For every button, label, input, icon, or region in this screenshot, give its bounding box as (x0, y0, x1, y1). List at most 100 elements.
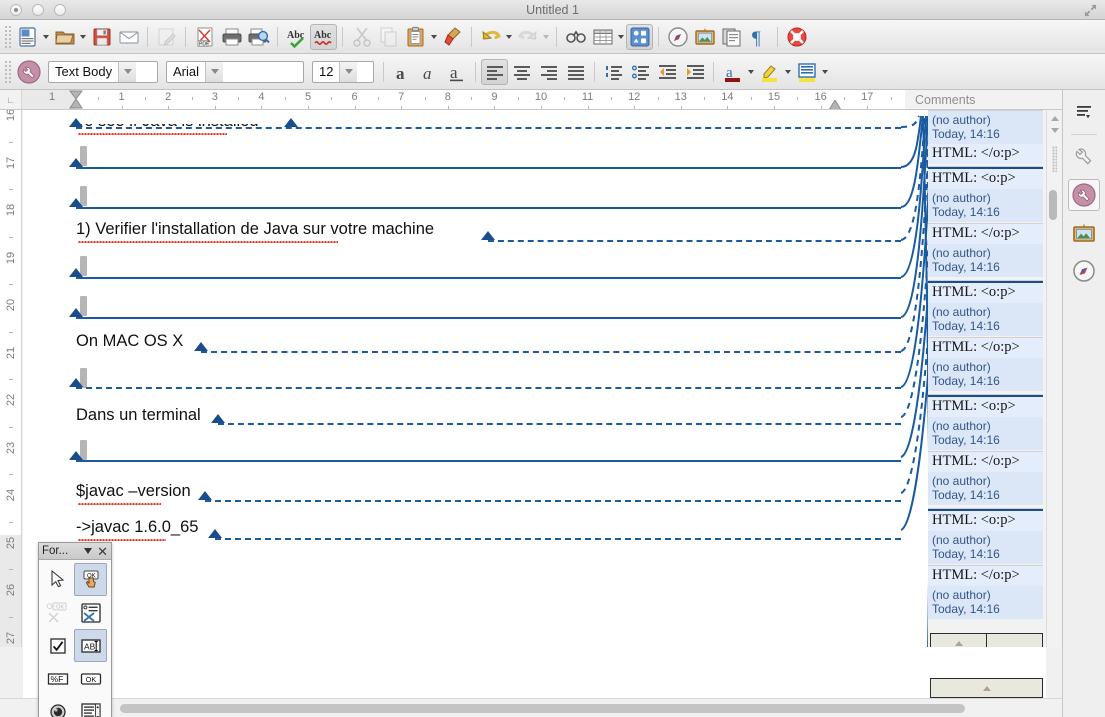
comment-nav-down-button[interactable] (986, 634, 1042, 647)
ordered-list-button[interactable] (600, 59, 627, 85)
insert-table-button[interactable] (589, 24, 616, 50)
push-button-button[interactable]: OK (74, 662, 107, 695)
paste-dropdown[interactable] (429, 24, 439, 50)
font-size-dropdown[interactable] (339, 61, 358, 82)
font-color-dropdown[interactable] (746, 59, 756, 85)
comment-anchor-marker[interactable] (69, 378, 83, 387)
insert-table-dropdown[interactable] (616, 24, 626, 50)
comments-scroll-thumb[interactable] (1049, 190, 1057, 220)
sidebar-settings-button[interactable] (14, 57, 44, 87)
italic-button[interactable]: a (416, 59, 443, 85)
document-paragraph[interactable]: Dans un terminal (76, 406, 201, 425)
paste-button[interactable] (402, 24, 429, 50)
comment-nav-buttons[interactable] (930, 633, 1043, 647)
paragraph-background-dropdown[interactable] (820, 59, 830, 85)
align-left-button[interactable] (481, 58, 508, 85)
font-color-button[interactable]: a (719, 59, 746, 85)
fullscreen-icon[interactable] (1084, 4, 1097, 17)
undo-dropdown[interactable] (504, 24, 514, 50)
copy-button[interactable] (375, 24, 402, 50)
comment-anchor-marker[interactable] (284, 118, 298, 127)
comment-item[interactable]: HTML: <o:p> (no author) Today, 14:16 (928, 280, 1043, 336)
sidebar-item-styles[interactable] (1068, 179, 1100, 211)
comment-nav-up-button[interactable] (931, 634, 986, 647)
redo-button[interactable] (514, 24, 541, 50)
print-preview-button[interactable] (245, 24, 272, 50)
right-indent-marker[interactable] (828, 100, 842, 110)
hourglass-indent-marker[interactable] (68, 90, 84, 110)
formatting-marks-button[interactable]: ¶ (745, 24, 772, 50)
comment-text[interactable]: HTML: <o:p> (928, 281, 1043, 303)
comment-nav-button-second-page[interactable] (930, 678, 1043, 698)
edit-mode-button[interactable] (153, 24, 180, 50)
comment-anchor-marker[interactable] (69, 158, 83, 167)
comment-anchor-marker[interactable] (69, 451, 83, 460)
comment-anchor-marker[interactable] (194, 342, 208, 351)
comment-anchor-marker[interactable] (481, 231, 495, 240)
open-document-dropdown[interactable] (78, 24, 88, 50)
formatted-field-button[interactable]: %F (41, 662, 74, 695)
track-changes-button[interactable] (718, 24, 745, 50)
insert-image-button[interactable] (691, 24, 718, 50)
toolbar-grip[interactable] (4, 59, 12, 84)
comment-anchor-marker[interactable] (211, 414, 225, 423)
document-paragraph[interactable]: 1) Verifier l'installation de Java sur v… (76, 220, 434, 239)
print-button[interactable] (218, 24, 245, 50)
comment-item[interactable]: (no author) Today, 14:16 HTML: </o:p> (928, 110, 1043, 164)
toggle-design-mode-button[interactable]: OK (74, 563, 107, 596)
scroll-down-arrow-icon[interactable] (1051, 128, 1059, 133)
text-box-button[interactable]: AB (74, 629, 107, 662)
document-paragraph[interactable]: ->javac 1.6.0_65 (76, 518, 198, 537)
comment-item[interactable]: HTML: </o:p> (no author) Today, 14:16 (928, 223, 1043, 277)
comment-item[interactable]: HTML: <o:p> (no author) Today, 14:16 (928, 394, 1043, 450)
help-button[interactable] (783, 24, 810, 50)
form-properties-button[interactable] (74, 596, 107, 629)
comment-anchor-marker[interactable] (69, 118, 83, 127)
new-document-button[interactable] (14, 24, 41, 50)
save-document-button[interactable] (88, 24, 115, 50)
paragraph-background-button[interactable] (793, 59, 820, 85)
list-box-button[interactable] (74, 695, 107, 717)
comment-text[interactable]: HTML: </o:p> (928, 452, 1043, 472)
spelling-check-button[interactable]: Abc (283, 24, 310, 50)
font-size-value[interactable]: 12 (313, 62, 339, 82)
comment-anchor-marker[interactable] (198, 491, 212, 500)
form-controls-toolbar[interactable]: For... ✕ OK OK AB %F OK (38, 542, 112, 717)
underline-button[interactable]: a (443, 59, 470, 85)
comment-anchor-marker[interactable] (69, 308, 83, 317)
decrease-indent-button[interactable] (654, 59, 681, 85)
unordered-list-button[interactable] (627, 59, 654, 85)
check-box-button[interactable] (41, 629, 74, 662)
comment-item[interactable]: HTML: <o:p> (no author) Today, 14:16 (928, 508, 1043, 564)
comments-panel[interactable]: (no author) Today, 14:16 HTML: </o:p> HTML:… (928, 110, 1046, 647)
comment-anchor-marker[interactable] (69, 268, 83, 277)
align-right-button[interactable] (535, 59, 562, 85)
sidebar-item-settings[interactable] (1068, 96, 1100, 128)
comment-anchor-marker[interactable] (208, 529, 222, 538)
find-replace-button[interactable] (562, 24, 589, 50)
document-paragraph[interactable]: $javac –version (76, 482, 191, 501)
attach-email-button[interactable] (115, 24, 142, 50)
horizontal-ruler[interactable]: ∟ 1 123456789101112131415161718 Comments (0, 90, 1105, 110)
bold-button[interactable]: a (389, 59, 416, 85)
toolbar-grip[interactable] (4, 24, 12, 49)
horizontal-scrollbar-thumb[interactable] (120, 704, 965, 713)
document-horizontal-scrollbar[interactable] (0, 698, 1062, 717)
sidebar-item-navigator[interactable] (1068, 255, 1100, 287)
comment-text[interactable]: HTML: </o:p> (928, 338, 1043, 358)
form-controls-titlebar[interactable]: For... ✕ (39, 543, 111, 560)
cut-button[interactable] (348, 24, 375, 50)
document-paragraph[interactable]: On MAC OS X (76, 332, 183, 351)
vertical-ruler[interactable]: 16 17 18 19 20 21 22 23 24 25 26 27 (0, 110, 22, 647)
chevron-down-icon[interactable] (84, 548, 93, 554)
option-button-button[interactable] (41, 695, 74, 717)
undo-button[interactable] (477, 24, 504, 50)
increase-indent-button[interactable] (681, 59, 708, 85)
navigator-button[interactable] (664, 24, 691, 50)
comment-item[interactable]: HTML: </o:p> (no author) Today, 14:16 (928, 565, 1043, 619)
horizontal-ruler-track[interactable]: 1 123456789101112131415161718 Comments (22, 90, 1105, 110)
comment-text[interactable]: HTML: </o:p> (928, 144, 1043, 164)
align-justify-button[interactable] (562, 59, 589, 85)
right-sidebar[interactable] (1062, 90, 1105, 717)
comment-text[interactable]: HTML: <o:p> (928, 395, 1043, 417)
